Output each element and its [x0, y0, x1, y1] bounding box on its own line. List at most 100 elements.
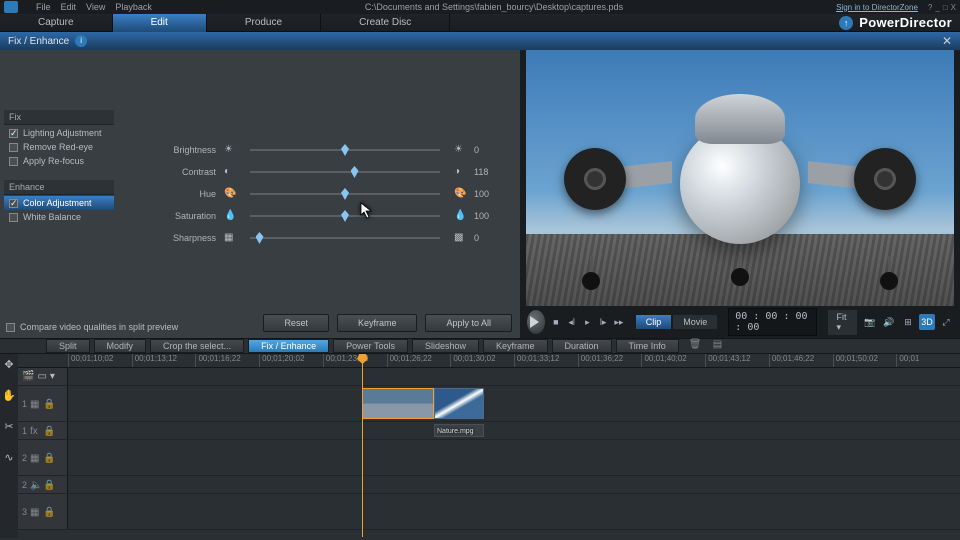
chevron-down-icon[interactable]: ▾ — [50, 371, 55, 382]
window-maximize[interactable]: □ — [943, 3, 948, 12]
slider-contrast: Contrast ◐ ◑ 118 — [158, 162, 500, 182]
option-refocus[interactable]: Apply Re-focus — [4, 154, 114, 168]
sun-high-icon: ☀ — [454, 144, 466, 156]
volume-button[interactable]: 🔊 — [881, 314, 897, 330]
video-clip-2[interactable] — [434, 388, 484, 419]
tool-time-info[interactable]: Time Info — [616, 339, 679, 353]
sharpness-slider[interactable] — [250, 237, 440, 239]
video-clip-1[interactable] — [362, 388, 434, 419]
checkbox-icon[interactable] — [9, 143, 18, 152]
link-tool-icon[interactable]: ∿ — [4, 451, 13, 464]
contrast-slider[interactable] — [250, 171, 440, 173]
next-button[interactable]: ▸ — [582, 314, 594, 330]
tool-power-tools[interactable]: Power Tools — [333, 339, 408, 353]
video-track-3[interactable]: 3▦🔒 — [18, 494, 960, 530]
panel-close-icon[interactable]: ✕ — [942, 34, 952, 48]
tool-slideshow[interactable]: Slideshow — [412, 339, 479, 353]
timecode-display[interactable]: 00 : 00 : 00 : 00 — [728, 308, 817, 336]
checkbox-icon[interactable] — [9, 129, 18, 138]
film-icon[interactable]: 🎬 — [22, 371, 34, 382]
option-color-adjustment[interactable]: Color Adjustment — [4, 196, 114, 210]
lock-icon[interactable]: 🔒 — [43, 480, 53, 490]
visibility-icon[interactable]: ▦ — [30, 453, 40, 463]
stop-button[interactable]: ■ — [550, 314, 562, 330]
fx-icon[interactable]: fx — [30, 426, 40, 436]
mode-edit[interactable]: Edit — [113, 14, 207, 32]
blur-icon: ▦ — [224, 232, 236, 244]
menu-edit[interactable]: Edit — [61, 2, 77, 12]
lock-icon[interactable]: 🔒 — [43, 426, 53, 436]
info-icon[interactable]: i — [75, 35, 87, 47]
hand-tool-icon[interactable]: ✋ — [2, 389, 16, 402]
saturation-slider[interactable] — [250, 215, 440, 217]
play-button[interactable] — [526, 309, 546, 335]
more-tools-icon[interactable]: ▤ — [713, 339, 727, 353]
option-redeye[interactable]: Remove Red-eye — [4, 140, 114, 154]
video-track-1[interactable]: 1▦🔒 — [18, 386, 960, 422]
mode-produce[interactable]: Produce — [207, 14, 321, 32]
keyframe-button[interactable]: Keyframe — [337, 314, 418, 332]
audio-icon[interactable]: 🔈 — [30, 480, 40, 490]
menu-file[interactable]: File — [36, 2, 51, 12]
tool-keyframe[interactable]: Keyframe — [483, 339, 548, 353]
prev-frame-button[interactable]: ◂ӏ — [566, 314, 578, 330]
pointer-tool-icon[interactable]: ✥ — [4, 358, 13, 371]
checkbox-icon[interactable] — [9, 199, 18, 208]
timeline-ruler[interactable]: 00;01;10;02 00;01;13;12 00;01;16;22 00;0… — [18, 354, 960, 368]
preview-clip-tab[interactable]: Clip — [635, 314, 673, 330]
audio-track-2[interactable]: 2🔈🔒 — [18, 476, 960, 494]
mode-create-disc[interactable]: Create Disc — [321, 14, 450, 32]
fix-group-header: Fix — [4, 110, 114, 125]
slider-brightness: Brightness ☀ ☀ 0 — [158, 140, 500, 160]
brightness-slider[interactable] — [250, 149, 440, 151]
mode-capture[interactable]: Capture — [0, 14, 113, 32]
lock-icon[interactable]: 🔒 — [43, 507, 53, 517]
menu-view[interactable]: View — [86, 2, 105, 12]
checkbox-icon[interactable] — [9, 213, 18, 222]
app-icon — [4, 1, 18, 13]
option-lighting[interactable]: Lighting Adjustment — [4, 126, 114, 140]
tool-duration[interactable]: Duration — [552, 339, 612, 353]
apply-all-button[interactable]: Apply to All — [425, 314, 512, 332]
hue-slider[interactable] — [250, 193, 440, 195]
window-close[interactable]: X — [951, 3, 956, 12]
quality-button[interactable]: ⊞ — [900, 314, 916, 330]
panel-header: Fix / Enhance i ✕ — [0, 32, 960, 50]
visibility-icon[interactable]: ▦ — [30, 507, 40, 517]
tool-modify[interactable]: Modify — [94, 339, 147, 353]
fix-enhance-panel: Fix Lighting Adjustment Remove Red-eye A… — [0, 50, 520, 338]
playhead[interactable] — [362, 354, 363, 537]
in-point-marker-icon[interactable] — [526, 300, 536, 306]
snapshot-button[interactable]: 📷 — [862, 314, 878, 330]
3d-button[interactable]: 3D — [919, 314, 935, 330]
checkbox-icon[interactable] — [9, 157, 18, 166]
slider-hue: Hue 🎨 🎨 100 — [158, 184, 500, 204]
fx-track-1[interactable]: 1fx🔒 Nature.mpg — [18, 422, 960, 440]
preview-viewport[interactable] — [526, 50, 954, 306]
option-white-balance[interactable]: White Balance — [4, 210, 114, 224]
lock-icon[interactable]: 🔒 — [43, 453, 53, 463]
visibility-icon[interactable]: ▦ — [30, 399, 40, 409]
tool-fix-enhance[interactable]: Fix / Enhance — [248, 339, 329, 353]
trash-icon[interactable]: 🗑 — [689, 339, 703, 353]
undock-button[interactable]: ⤢ — [938, 314, 954, 330]
window-minimize[interactable]: _ — [935, 3, 939, 12]
preview-pane: ■ ◂ӏ ▸ ӏ▸ ▸▸ Clip Movie 00 : 00 : 00 : 0… — [520, 50, 960, 338]
reset-button[interactable]: Reset — [263, 314, 329, 332]
compare-checkbox[interactable] — [6, 323, 15, 332]
contrast-low-icon: ◐ — [224, 166, 236, 178]
signin-link[interactable]: Sign in to DirectorZone — [836, 3, 918, 12]
next-frame-button[interactable]: ӏ▸ — [597, 314, 609, 330]
video-track-2[interactable]: 2▦🔒 — [18, 440, 960, 476]
fast-forward-button[interactable]: ▸▸ — [613, 314, 625, 330]
lock-icon[interactable]: 🔒 — [43, 399, 53, 409]
view-icon[interactable]: ▭ — [37, 371, 46, 382]
zoom-fit-dropdown[interactable]: Fit ▾ — [827, 309, 858, 336]
tool-split[interactable]: Split — [46, 339, 90, 353]
tool-crop[interactable]: Crop the select... — [150, 339, 244, 353]
fx-clip[interactable]: Nature.mpg — [434, 424, 484, 437]
razor-tool-icon[interactable]: ✂ — [4, 420, 13, 433]
preview-movie-tab[interactable]: Movie — [672, 314, 718, 330]
menu-playback[interactable]: Playback — [115, 2, 152, 12]
help-icon[interactable]: ? — [928, 3, 932, 12]
